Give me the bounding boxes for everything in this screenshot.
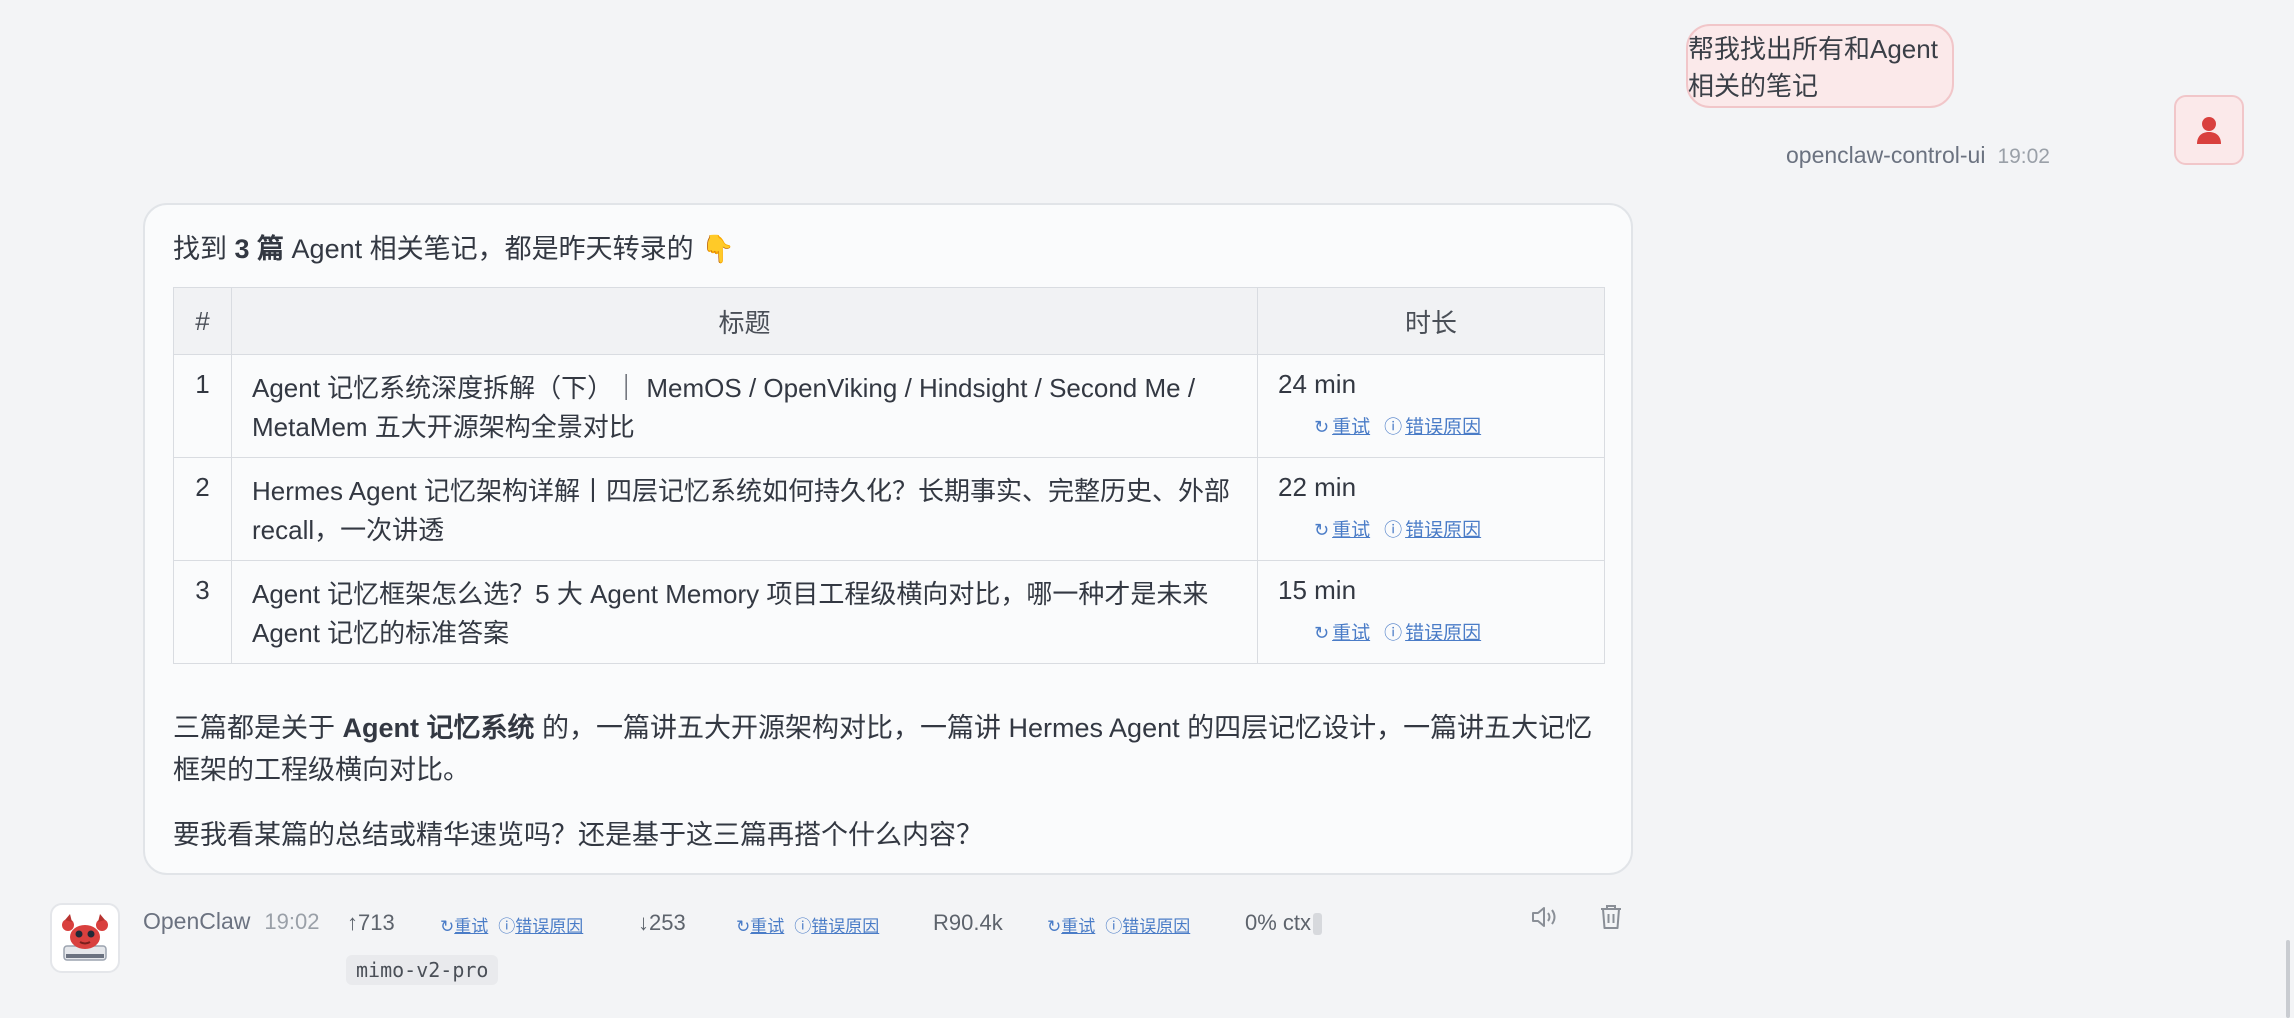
retry-icon: ↻ bbox=[440, 917, 455, 936]
col-header-num: # bbox=[173, 287, 232, 355]
table-row: 3 Agent 记忆框架怎么选？5 大 Agent Memory 项目工程级横向… bbox=[173, 560, 1605, 664]
assistant-message-card: 找到 3 篇 Agent 相关笔记，都是昨天转录的 👇 # 标题 时长 1 Ag… bbox=[143, 203, 1633, 875]
info-icon: ⓘ bbox=[1384, 520, 1403, 540]
row-duration-cell: 24 min ↻ 重试 ⓘ 错误原因 bbox=[1257, 354, 1605, 458]
error-reason-link[interactable]: 错误原因 bbox=[1122, 917, 1190, 936]
error-reason-link[interactable]: 错误原因 bbox=[515, 917, 583, 936]
user-message-bubble: 帮我找出所有和Agent相关的笔记 bbox=[1686, 24, 1954, 108]
bot-name: OpenClaw bbox=[143, 908, 251, 934]
tokens-down-stat: ↓253 bbox=[638, 910, 686, 935]
trash-icon bbox=[1601, 905, 1621, 929]
row-actions: ↻ 重试 ⓘ 错误原因 bbox=[1314, 515, 1584, 542]
retry-link[interactable]: 重试 bbox=[750, 917, 784, 936]
retry-link[interactable]: 重试 bbox=[1332, 417, 1370, 438]
user-message-meta: openclaw-control-ui 19:02 bbox=[1786, 142, 2050, 169]
bot-meta: OpenClaw 19:02 bbox=[143, 908, 319, 936]
retry-icon: ↻ bbox=[1047, 917, 1062, 936]
row-title: Agent 记忆系统深度拆解（下）｜ MemOS / OpenViking / … bbox=[231, 354, 1258, 458]
intro-suffix: Agent 相关笔记，都是昨天转录的 👇 bbox=[284, 234, 735, 264]
assistant-question: 要我看某篇的总结或精华速览吗？还是基于这三篇再搭个什么内容？ bbox=[173, 820, 983, 850]
info-icon: ⓘ bbox=[794, 917, 812, 936]
speak-button[interactable] bbox=[1526, 898, 1564, 936]
error-reason-link[interactable]: 错误原因 bbox=[1405, 623, 1481, 644]
row-duration-cell: 22 min ↻ 重试 ⓘ 错误原因 bbox=[1257, 457, 1605, 561]
row-title: Hermes Agent 记忆架构详解丨四层记忆系统如何持久化？长期事实、完整历… bbox=[231, 457, 1258, 561]
notes-table: # 标题 时长 1 Agent 记忆系统深度拆解（下）｜ MemOS / Ope… bbox=[173, 287, 1605, 664]
assistant-intro: 找到 3 篇 Agent 相关笔记，都是昨天转录的 👇 bbox=[173, 227, 735, 266]
speaker-icon bbox=[1532, 907, 1556, 927]
summary-topic: Agent 记忆系统 bbox=[342, 713, 535, 743]
bot-avatar bbox=[50, 903, 120, 973]
context-usage: 0% ctx bbox=[1245, 910, 1312, 935]
retry-link[interactable]: 重试 bbox=[1332, 520, 1370, 541]
scrollbar[interactable] bbox=[2286, 940, 2290, 1018]
row-actions: ↻ 重试 ⓘ 错误原因 bbox=[1314, 412, 1584, 439]
row-number: 1 bbox=[173, 354, 232, 458]
stat-actions: ↻重试 ⓘ错误原因 bbox=[1047, 912, 1190, 937]
row-duration-cell: 15 min ↻ 重试 ⓘ 错误原因 bbox=[1257, 560, 1605, 664]
model-tag: mimo-v2-pro bbox=[346, 955, 499, 985]
user-icon bbox=[2197, 117, 2221, 144]
info-icon: ⓘ bbox=[1384, 623, 1403, 643]
summary-prefix: 三篇都是关于 bbox=[173, 713, 343, 743]
retry-icon: ↻ bbox=[1314, 520, 1330, 540]
col-header-duration: 时长 bbox=[1257, 287, 1605, 355]
table-header-row: # 标题 时长 bbox=[173, 287, 1605, 355]
row-number: 3 bbox=[173, 560, 232, 664]
sender-name: openclaw-control-ui bbox=[1786, 142, 1986, 168]
user-avatar bbox=[2174, 95, 2244, 165]
bot-message-time: 19:02 bbox=[264, 909, 320, 934]
intro-count: 3 篇 bbox=[234, 234, 285, 264]
error-reason-link[interactable]: 错误原因 bbox=[1405, 520, 1481, 541]
table-row: 2 Hermes Agent 记忆架构详解丨四层记忆系统如何持久化？长期事实、完… bbox=[173, 457, 1605, 561]
row-duration: 22 min bbox=[1278, 472, 1357, 502]
retry-link[interactable]: 重试 bbox=[454, 917, 488, 936]
intro-prefix: 找到 bbox=[173, 234, 235, 264]
retry-link[interactable]: 重试 bbox=[1061, 917, 1095, 936]
user-message-text: 帮我找出所有和Agent相关的笔记 bbox=[1688, 34, 1938, 101]
message-time: 19:02 bbox=[1997, 145, 2050, 168]
error-reason-link[interactable]: 错误原因 bbox=[811, 917, 879, 936]
openclaw-logo-icon bbox=[62, 914, 108, 961]
info-icon: ⓘ bbox=[1105, 917, 1123, 936]
row-actions: ↻ 重试 ⓘ 错误原因 bbox=[1314, 618, 1584, 645]
assistant-summary: 三篇都是关于 Agent 记忆系统 的，一篇讲五大开源架构对比，一篇讲 Herm… bbox=[173, 707, 1613, 791]
retry-icon: ↻ bbox=[1314, 623, 1330, 643]
tokens-up-stat: ↑713 bbox=[347, 910, 395, 935]
retry-link[interactable]: 重试 bbox=[1332, 623, 1370, 644]
context-bar bbox=[1313, 913, 1323, 936]
delete-button[interactable] bbox=[1592, 898, 1630, 936]
row-title: Agent 记忆框架怎么选？5 大 Agent Memory 项目工程级横向对比… bbox=[231, 560, 1258, 664]
col-header-title: 标题 bbox=[231, 287, 1258, 355]
retry-icon: ↻ bbox=[736, 917, 751, 936]
info-icon: ⓘ bbox=[498, 917, 516, 936]
error-reason-link[interactable]: 错误原因 bbox=[1405, 417, 1481, 438]
row-duration: 15 min bbox=[1278, 575, 1357, 605]
retry-icon: ↻ bbox=[1314, 417, 1330, 437]
context-stat: 0% ctx bbox=[1245, 910, 1323, 936]
cache-read-stat: R90.4k bbox=[933, 910, 1003, 935]
row-number: 2 bbox=[173, 457, 232, 561]
stat-actions: ↻重试 ⓘ错误原因 bbox=[736, 912, 879, 937]
info-icon: ⓘ bbox=[1384, 417, 1403, 437]
row-duration: 24 min bbox=[1278, 369, 1357, 399]
table-row: 1 Agent 记忆系统深度拆解（下）｜ MemOS / OpenViking … bbox=[173, 354, 1605, 458]
stat-actions: ↻重试 ⓘ错误原因 bbox=[440, 912, 583, 937]
